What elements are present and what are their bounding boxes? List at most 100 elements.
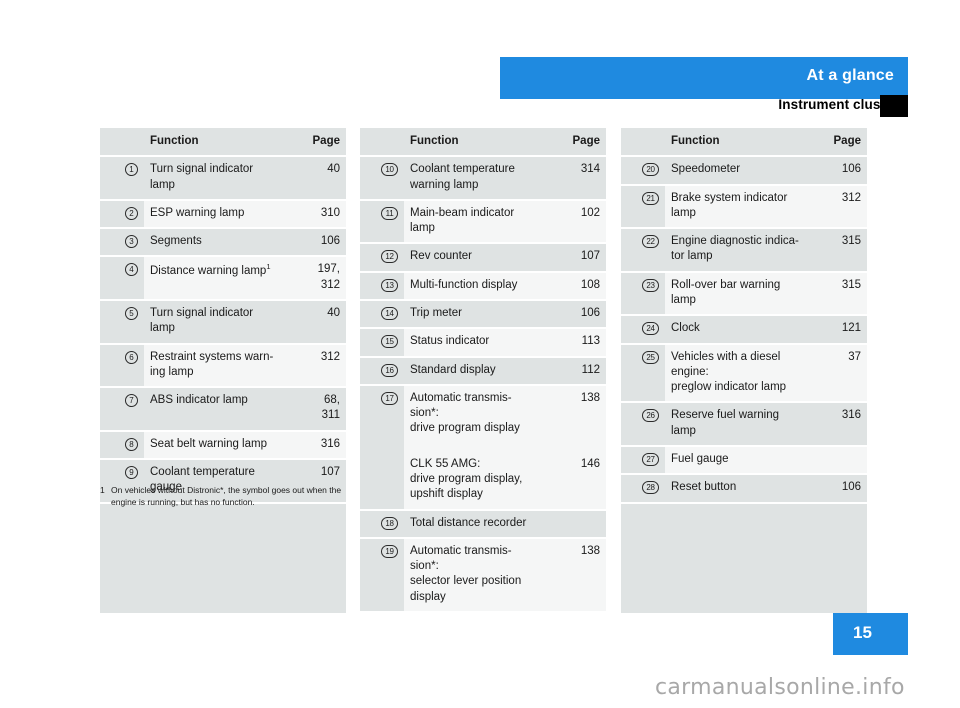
circled-number-5: 5 bbox=[125, 306, 138, 320]
row-function-cell: Distance warning lamp1 bbox=[144, 257, 302, 299]
page-title: At a glance bbox=[806, 67, 894, 84]
row-number-cell: 22 bbox=[621, 229, 665, 271]
row-page-cell: 112 bbox=[581, 363, 600, 376]
row-number-cell bbox=[360, 442, 404, 509]
function-text-line: Brake system indicator bbox=[671, 191, 788, 204]
row-number-cell: 20 bbox=[621, 157, 665, 184]
row-function-cell: Turn signal indicator lamp bbox=[144, 301, 302, 343]
row-number-cell: 15 bbox=[360, 329, 404, 356]
table-row: 11 Main-beam indicator lamp 102 bbox=[360, 200, 606, 243]
circled-number-18: 18 bbox=[381, 516, 398, 530]
function-table-column-1: Function Page 1 Turn signal indicator lamp 40… bbox=[100, 128, 346, 613]
function-text-line: ABS indicator lamp bbox=[150, 394, 248, 407]
table-row: 14 Trip meter 106 bbox=[360, 300, 606, 328]
row-function-cell: Automatic transmis-sion*: drive program d… bbox=[404, 386, 562, 443]
function-text-line: preglow indicator lamp bbox=[671, 381, 787, 394]
function-text-line: Restraint systems warn- bbox=[150, 350, 274, 363]
row-function-cell: Segments bbox=[144, 229, 302, 255]
row-function-cell: Status indicator bbox=[404, 329, 562, 355]
row-page-cell: 106 bbox=[320, 235, 340, 248]
row-page-cell: 40 bbox=[327, 306, 340, 319]
row-function-cell: Restraint systems warn-ing lamp bbox=[144, 345, 302, 387]
circled-number-2: 2 bbox=[125, 206, 138, 220]
row-function-cell: Coolant temperature warning lamp bbox=[404, 157, 562, 199]
function-text-line: Automatic transmis- bbox=[410, 544, 512, 557]
table-row: 21 Brake system indicator lamp 312 bbox=[621, 185, 867, 228]
circled-number-9: 9 bbox=[125, 465, 138, 479]
footnote: 1 On vehicles without Distronic*, the sy… bbox=[100, 484, 350, 509]
row-function-cell: Automatic transmis-sion*: selector lever … bbox=[404, 539, 562, 611]
row-page-cell: 108 bbox=[580, 278, 600, 291]
circled-number-16: 16 bbox=[381, 363, 398, 377]
table-row: 8 Seat belt warning lamp 316 bbox=[100, 431, 346, 458]
row-function-cell: Brake system indicator lamp bbox=[665, 186, 823, 228]
row-function-cell: Total distance recorder bbox=[404, 511, 562, 537]
table-row: 12 Rev counter 107 bbox=[360, 244, 606, 271]
row-number-cell: 14 bbox=[360, 300, 404, 328]
table-row: 19 Automatic transmis-sion*: selector leve… bbox=[360, 538, 606, 611]
function-table-column-2: Function Page 10 Coolant temperature warning… bbox=[360, 128, 606, 613]
circled-number-4: 4 bbox=[125, 263, 138, 277]
row-number-cell: 28 bbox=[621, 475, 665, 502]
table-row: 27 Fuel gauge bbox=[621, 446, 867, 474]
row-number-cell: 24 bbox=[621, 316, 665, 343]
table-row: 16 Standard display 112 bbox=[360, 357, 606, 384]
function-text-line: Clock bbox=[671, 322, 700, 335]
function-text-line: lamp bbox=[671, 293, 696, 306]
function-text-line: Engine diagnostic indica- bbox=[671, 235, 799, 248]
function-text-line: ESP warning lamp bbox=[150, 206, 245, 219]
filler-function-cell bbox=[665, 504, 823, 613]
function-text-line: Reset button bbox=[671, 481, 737, 494]
row-page-cell: 106 bbox=[580, 306, 600, 319]
table-row: 25 Vehicles with a diesel engine: preglow i… bbox=[621, 344, 867, 402]
table-filler bbox=[621, 503, 867, 613]
header-function-label: Function bbox=[410, 135, 459, 147]
row-number-cell: 4 bbox=[100, 257, 144, 299]
row-number-cell: 7 bbox=[100, 388, 144, 430]
table-row: 13 Multi-function display 108 bbox=[360, 272, 606, 299]
table-row-continuation: CLK 55 AMG: drive program display, upshift… bbox=[360, 442, 606, 509]
function-text-line: sion*: bbox=[410, 560, 439, 573]
header-number-cell bbox=[360, 128, 404, 156]
row-number-cell: 12 bbox=[360, 244, 404, 271]
page-number-badge: 15 bbox=[833, 613, 908, 655]
function-text-line: Seat belt warning lamp bbox=[150, 437, 267, 450]
row-page-cell: 106 bbox=[841, 481, 861, 494]
table-row: 7 ABS indicator lamp 68, 311 bbox=[100, 388, 346, 430]
table-row: 22 Engine diagnostic indica-tor lamp 315 bbox=[621, 229, 867, 271]
row-function-cell: Rev counter bbox=[404, 244, 562, 270]
row-separator bbox=[360, 610, 606, 613]
row-number-cell: 26 bbox=[621, 403, 665, 445]
row-function-cell: Seat belt warning lamp bbox=[144, 432, 302, 458]
row-number-cell: 5 bbox=[100, 300, 144, 343]
circled-number-26: 26 bbox=[642, 409, 659, 423]
manual-page: At a glance Instrument cluster Function P… bbox=[0, 0, 960, 708]
row-function-cell: Turn signal indicator lamp bbox=[144, 157, 302, 199]
row-page-cell: 312 bbox=[841, 191, 861, 204]
circled-number-8: 8 bbox=[125, 437, 138, 451]
table-row: 15 Status indicator 113 bbox=[360, 329, 606, 356]
table-row: 18 Total distance recorder bbox=[360, 510, 606, 537]
page-number: 15 bbox=[853, 623, 872, 642]
row-function-cell: Reserve fuel warning lamp bbox=[665, 403, 823, 445]
footnote-marker: 1 bbox=[100, 485, 105, 495]
header-page-label: Page bbox=[312, 135, 341, 147]
watermark: carmanualsonline.info bbox=[655, 675, 905, 700]
chapter-marker-box bbox=[880, 95, 908, 117]
circled-number-25: 25 bbox=[642, 350, 659, 364]
function-text-line: lamp bbox=[671, 424, 696, 437]
row-function-cell: ESP warning lamp bbox=[144, 201, 302, 227]
function-text-line: Trip meter bbox=[410, 306, 462, 319]
row-page-cell bbox=[823, 447, 867, 473]
row-number-cell: 13 bbox=[360, 272, 404, 299]
circled-number-14: 14 bbox=[381, 306, 398, 320]
header-function-label: Function bbox=[150, 135, 199, 147]
row-page-cell: 314 bbox=[580, 163, 600, 176]
filler-page-cell bbox=[302, 504, 346, 613]
circled-number-19: 19 bbox=[381, 544, 398, 558]
row-page-cell: 68, 311 bbox=[321, 394, 340, 422]
circled-number-10: 10 bbox=[381, 163, 398, 177]
function-text-line: Turn signal indicator bbox=[150, 306, 254, 319]
circled-number-12: 12 bbox=[381, 250, 398, 264]
